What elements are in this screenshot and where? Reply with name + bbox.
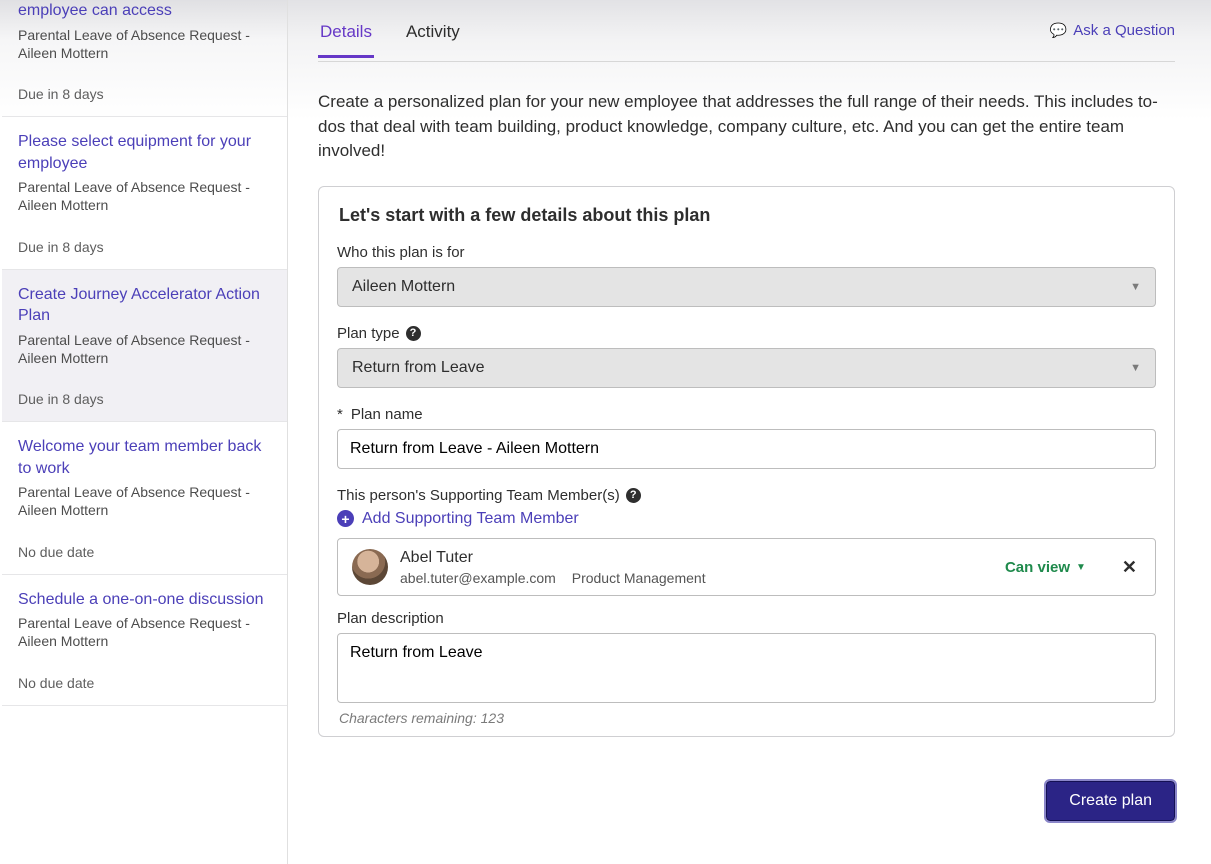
sidebar-item-due: Due in 8 days <box>18 239 271 255</box>
member-meta: abel.tuter@example.com Product Managemen… <box>400 569 993 588</box>
tab-details[interactable]: Details <box>318 4 374 58</box>
who-for-label: Who this plan is for <box>337 244 1156 261</box>
avatar <box>352 549 388 585</box>
sidebar-item-title: Please select equipment for your employe… <box>18 131 271 174</box>
sidebar-task-item[interactable]: Welcome your team member back to work Pa… <box>2 422 287 575</box>
sidebar-item-sub: Parental Leave of Absence Request - Aile… <box>18 614 271 650</box>
permission-dropdown[interactable]: Can view ▼ <box>1005 559 1086 576</box>
main-panel: Details Activity Ask a Question Create a… <box>288 0 1211 864</box>
plan-type-value: Return from Leave <box>352 359 485 377</box>
plan-name-input[interactable] <box>337 429 1156 469</box>
footer-actions: Create plan <box>318 781 1175 821</box>
sidebar-item-sub: Parental Leave of Absence Request - Aile… <box>18 483 271 519</box>
sidebar-item-sub: Parental Leave of Absence Request - Aile… <box>18 26 271 62</box>
tab-activity[interactable]: Activity <box>404 4 462 58</box>
ask-a-question-link[interactable]: Ask a Question <box>1050 22 1175 39</box>
sidebar-task-item[interactable]: employee can access Parental Leave of Ab… <box>2 0 287 117</box>
sidebar-item-due: No due date <box>18 544 271 560</box>
member-text: Abel Tuter abel.tuter@example.com Produc… <box>400 547 993 587</box>
sidebar-task-item[interactable]: Please select equipment for your employe… <box>2 117 287 270</box>
sidebar-item-title: Welcome your team member back to work <box>18 436 271 479</box>
sidebar-item-sub: Parental Leave of Absence Request - Aile… <box>18 178 271 214</box>
intro-text: Create a personalized plan for your new … <box>318 90 1175 164</box>
card-title: Let's start with a few details about thi… <box>339 205 1156 226</box>
description-label: Plan description <box>337 610 1156 627</box>
plan-type-select[interactable]: Return from Leave ▼ <box>337 348 1156 388</box>
plan-details-card: Let's start with a few details about thi… <box>318 186 1175 737</box>
supporting-member-row: Abel Tuter abel.tuter@example.com Produc… <box>337 538 1156 596</box>
sidebar-task-item[interactable]: Create Journey Accelerator Action Plan P… <box>2 270 287 423</box>
member-email: abel.tuter@example.com <box>400 570 556 586</box>
supporting-label-text: This person's Supporting Team Member(s) <box>337 487 620 504</box>
sidebar-item-due: No due date <box>18 675 271 691</box>
member-name: Abel Tuter <box>400 547 993 569</box>
tab-row: Details Activity Ask a Question <box>318 0 1175 62</box>
plan-name-label-text: Plan name <box>351 406 423 423</box>
add-supporting-member-button[interactable]: + Add Supporting Team Member <box>337 510 1156 528</box>
sidebar-item-title: employee can access <box>18 0 271 22</box>
sidebar-item-title: Create Journey Accelerator Action Plan <box>18 284 271 327</box>
member-department: Product Management <box>572 570 706 586</box>
required-mark: * <box>337 406 343 423</box>
sidebar-item-due: Due in 8 days <box>18 391 271 407</box>
speech-bubble-icon <box>1050 22 1067 39</box>
ask-a-question-label: Ask a Question <box>1073 22 1175 39</box>
help-icon[interactable]: ? <box>406 326 421 341</box>
permission-label: Can view <box>1005 559 1070 576</box>
who-for-value: Aileen Mottern <box>352 278 455 296</box>
add-supporting-member-label: Add Supporting Team Member <box>362 510 579 528</box>
sidebar-task-item[interactable]: Schedule a one-on-one discussion Parenta… <box>2 575 287 706</box>
remove-member-button[interactable]: ✕ <box>1118 557 1141 578</box>
description-textarea[interactable] <box>337 633 1156 703</box>
caret-down-icon: ▼ <box>1130 281 1141 293</box>
help-icon[interactable]: ? <box>626 488 641 503</box>
supporting-label: This person's Supporting Team Member(s) … <box>337 487 1156 504</box>
sidebar-item-due: Due in 8 days <box>18 86 271 102</box>
caret-down-icon: ▼ <box>1076 562 1086 573</box>
plus-circle-icon: + <box>337 510 354 527</box>
plan-type-label: Plan type ? <box>337 325 1156 342</box>
who-for-select[interactable]: Aileen Mottern ▼ <box>337 267 1156 307</box>
plan-type-label-text: Plan type <box>337 325 400 342</box>
sidebar-item-sub: Parental Leave of Absence Request - Aile… <box>18 331 271 367</box>
caret-down-icon: ▼ <box>1130 362 1141 374</box>
sidebar-item-title: Schedule a one-on-one discussion <box>18 589 271 611</box>
create-plan-button[interactable]: Create plan <box>1046 781 1175 821</box>
characters-remaining: Characters remaining: 123 <box>339 710 1156 726</box>
sidebar: employee can access Parental Leave of Ab… <box>0 0 288 864</box>
plan-name-label: * Plan name <box>337 406 1156 423</box>
